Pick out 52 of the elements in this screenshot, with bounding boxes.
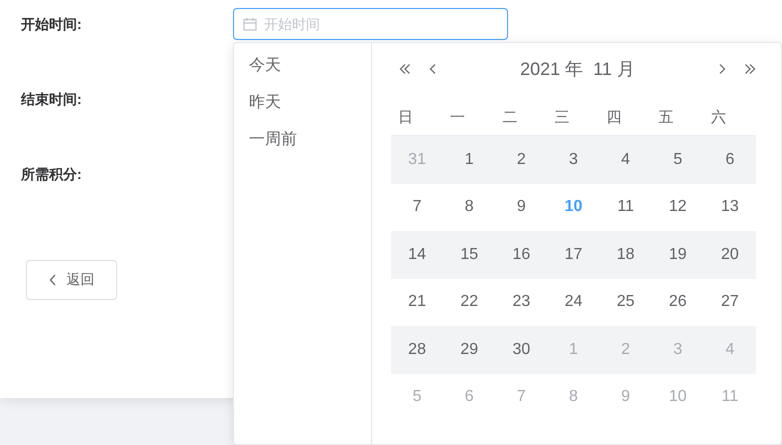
day-cell[interactable]: 6: [721, 146, 738, 173]
chevron-left-icon: [48, 274, 56, 286]
weekday-label: 日: [397, 108, 413, 128]
day-cell[interactable]: 1: [460, 146, 478, 173]
day-cell[interactable]: 15: [456, 242, 482, 268]
double-chevron-left-icon[interactable]: [399, 63, 411, 75]
weekday-label: 六: [710, 108, 726, 128]
day-cell[interactable]: 30: [508, 336, 534, 363]
day-cell[interactable]: 4: [617, 146, 634, 173]
weekday-label: 五: [658, 108, 674, 128]
field-label: 开始时间:: [21, 15, 83, 34]
day-cell[interactable]: 14: [404, 242, 430, 268]
day-cell[interactable]: 3: [565, 146, 582, 173]
day-cell[interactable]: 11: [613, 194, 638, 220]
shortcut-option[interactable]: 昨天: [234, 84, 281, 121]
day-cell[interactable]: 2: [512, 146, 530, 173]
back-button[interactable]: 返回: [26, 260, 117, 300]
shortcut-option[interactable]: 今天: [234, 47, 281, 84]
day-cell[interactable]: 25: [612, 289, 639, 316]
day-cell[interactable]: 27: [717, 289, 743, 316]
day-cell[interactable]: 29: [456, 336, 482, 363]
weekday-label: 四: [606, 108, 622, 128]
day-cell[interactable]: 12: [664, 194, 691, 220]
day-cell[interactable]: 22: [456, 289, 482, 316]
day-cell[interactable]: 9: [512, 194, 530, 220]
day-cell[interactable]: 7: [408, 194, 426, 220]
day-cell[interactable]: 26: [664, 289, 691, 316]
day-cell[interactable]: 17: [560, 242, 586, 268]
day-cell[interactable]: 8: [460, 194, 478, 220]
day-cell[interactable]: 5: [669, 146, 686, 173]
day-cell[interactable]: 23: [508, 289, 534, 316]
field-label: 所需积分:: [21, 165, 83, 184]
day-cell[interactable]: 28: [404, 336, 430, 363]
date-input[interactable]: 开始时间: [233, 8, 508, 40]
day-cell[interactable]: 16: [508, 242, 534, 268]
day-cell[interactable]: 13: [717, 194, 743, 220]
day-cell[interactable]: 10: [560, 194, 586, 220]
weekday-label: 一: [449, 108, 466, 128]
chevron-left-icon[interactable]: [429, 63, 437, 75]
double-chevron-right-icon[interactable]: [744, 63, 756, 75]
day-cell[interactable]: 18: [612, 242, 639, 268]
chevron-right-icon[interactable]: [718, 63, 726, 75]
calendar-icon: [243, 17, 257, 31]
day-cell[interactable]: 21: [404, 289, 430, 316]
day-cell[interactable]: 19: [664, 242, 691, 268]
month-title: 2021 年 11 月: [519, 58, 636, 81]
weekday-label: 三: [553, 108, 570, 128]
field-label: 结束时间:: [21, 90, 83, 109]
day-cell[interactable]: 20: [717, 242, 743, 268]
weekday-label: 二: [501, 108, 518, 128]
day-cell[interactable]: 24: [560, 289, 586, 316]
shortcut-option[interactable]: 一周前: [234, 121, 297, 158]
